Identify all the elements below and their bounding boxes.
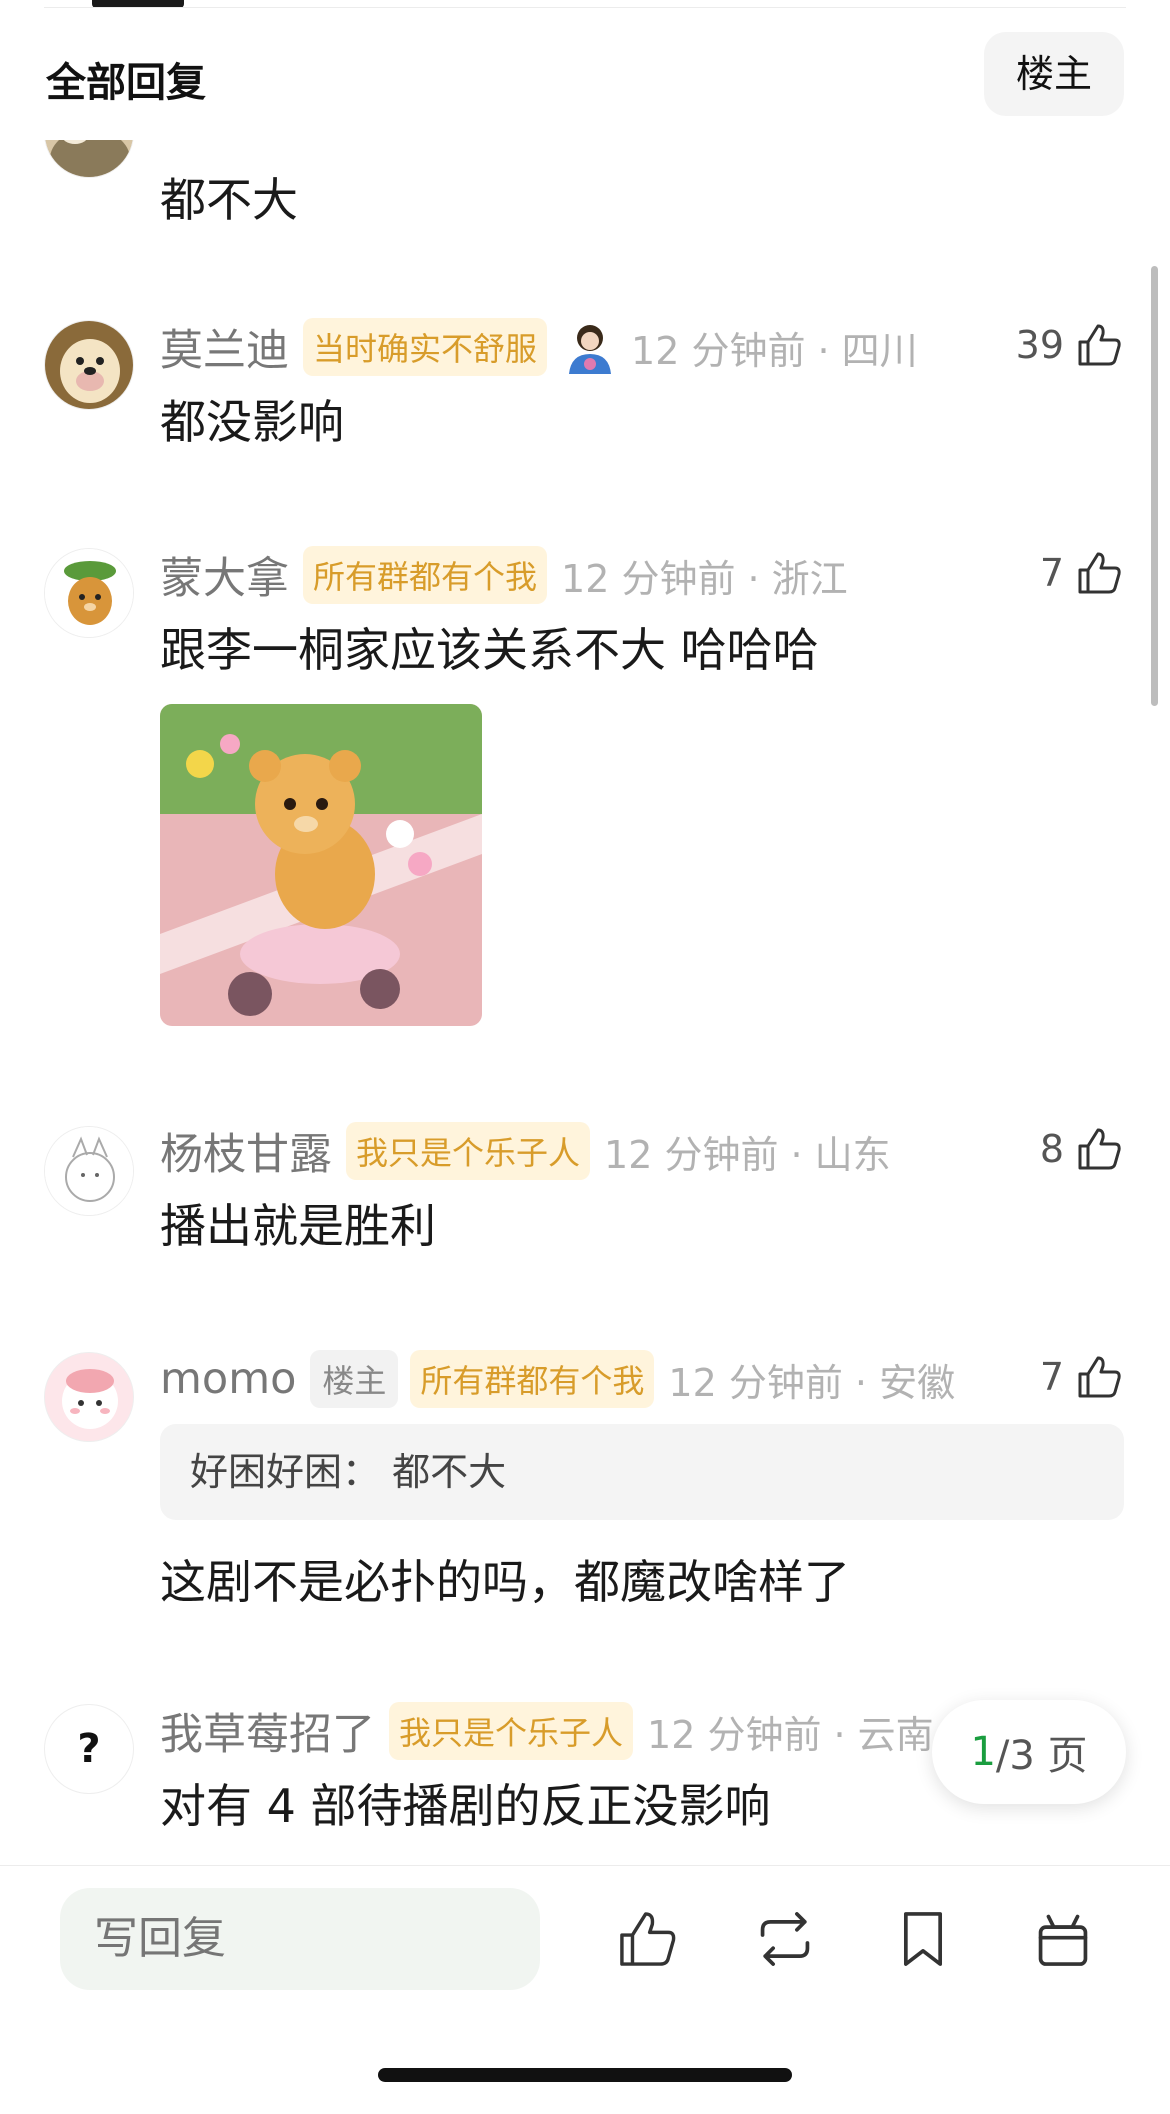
comment-meta: 莫兰迪 当时确实不舒服 12 分钟前 · 四川 [160, 316, 918, 378]
page-title: 全部回复 [46, 60, 206, 106]
page-indicator[interactable]: 1/3 页 [932, 1700, 1126, 1804]
comment-time: 12 分钟前 · 云南 [647, 1712, 934, 1757]
comment-meta: momo 楼主 所有群都有个我 12 分钟前 · 安徽 [160, 1348, 955, 1410]
like-button[interactable]: 39 [1016, 320, 1124, 370]
medal-icon [561, 318, 619, 376]
thumbs-up-icon [1078, 1356, 1121, 1398]
user-name[interactable]: 莫兰迪 [160, 316, 289, 378]
like-count: 39 [1015, 323, 1064, 367]
quoted-reply[interactable]: 好困好困： 都不大 [160, 1424, 1124, 1520]
thumbs-up-icon [1078, 1128, 1121, 1170]
avatar[interactable]: ? [44, 1704, 134, 1794]
user-badge: 所有群都有个我 [303, 546, 548, 604]
owner-filter-button[interactable]: 楼主 [984, 32, 1124, 116]
home-indicator [378, 2068, 792, 2082]
comment-text: 这剧不是必扑的吗，都魔改啥样了 [160, 1555, 850, 1609]
user-badge: 我只是个乐子人 [346, 1122, 591, 1180]
gift-icon[interactable] [1030, 1906, 1096, 1972]
comment-image[interactable] [160, 704, 482, 1026]
user-name[interactable]: 杨枝甘露 [160, 1120, 332, 1182]
comment-text: 播出就是胜利 [160, 1199, 436, 1253]
comment-time: 12 分钟前 · 山东 [604, 1132, 891, 1177]
like-count: 8 [1039, 1127, 1064, 1171]
replies-header: 全部回复 楼主 [0, 10, 1170, 140]
avatar[interactable] [44, 320, 134, 410]
like-button[interactable]: 7 [1040, 548, 1124, 598]
avatar[interactable] [44, 548, 134, 638]
thumbs-up-icon [1078, 324, 1121, 366]
thumbs-up-icon [1078, 552, 1121, 594]
avatar[interactable] [44, 1126, 134, 1216]
scrollbar[interactable] [1151, 266, 1158, 706]
current-page: 1 [970, 1729, 996, 1775]
comment-time: 12 分钟前 · 浙江 [561, 556, 848, 601]
user-badge: 我只是个乐子人 [389, 1702, 634, 1760]
like-button[interactable]: 8 [1040, 1124, 1124, 1174]
like-button[interactable]: 7 [1040, 1352, 1124, 1402]
reply-input[interactable] [60, 1888, 540, 1990]
user-badge: 所有群都有个我 [410, 1350, 655, 1408]
owner-badge: 楼主 [310, 1350, 399, 1408]
user-name[interactable]: momo [160, 1354, 296, 1404]
comment-meta: 蒙大拿 所有群都有个我 12 分钟前 · 浙江 [160, 544, 848, 606]
comment-text: 都没影响 [160, 395, 344, 449]
repost-icon[interactable] [752, 1906, 818, 1972]
like-count: 7 [1039, 551, 1064, 595]
comment-meta: 我草莓招了 我只是个乐子人 12 分钟前 · 云南 [160, 1700, 934, 1762]
comment-time: 12 分钟前 · 安徽 [668, 1360, 956, 1405]
user-badge: 当时确实不舒服 [303, 318, 548, 376]
comment-text: 跟李一桐家应该关系不大 哈哈哈 [160, 623, 819, 677]
total-pages: /3 页 [995, 1733, 1088, 1779]
like-count: 7 [1039, 1355, 1064, 1399]
thumbs-up-icon[interactable] [614, 1906, 680, 1972]
comment-time: 12 分钟前 · 四川 [631, 328, 918, 373]
bookmark-icon[interactable] [890, 1906, 956, 1972]
divider [44, 7, 1126, 8]
avatar-glyph: ? [77, 1726, 101, 1772]
user-name[interactable]: 蒙大拿 [160, 544, 289, 606]
avatar[interactable] [44, 1352, 134, 1442]
user-name[interactable]: 我草莓招了 [160, 1700, 375, 1762]
comment-meta: 杨枝甘露 我只是个乐子人 12 分钟前 · 山东 [160, 1120, 891, 1182]
comment-text: 都不大 [160, 173, 298, 227]
comment-text: 对有 4 部待播剧的反正没影响 [160, 1779, 771, 1833]
